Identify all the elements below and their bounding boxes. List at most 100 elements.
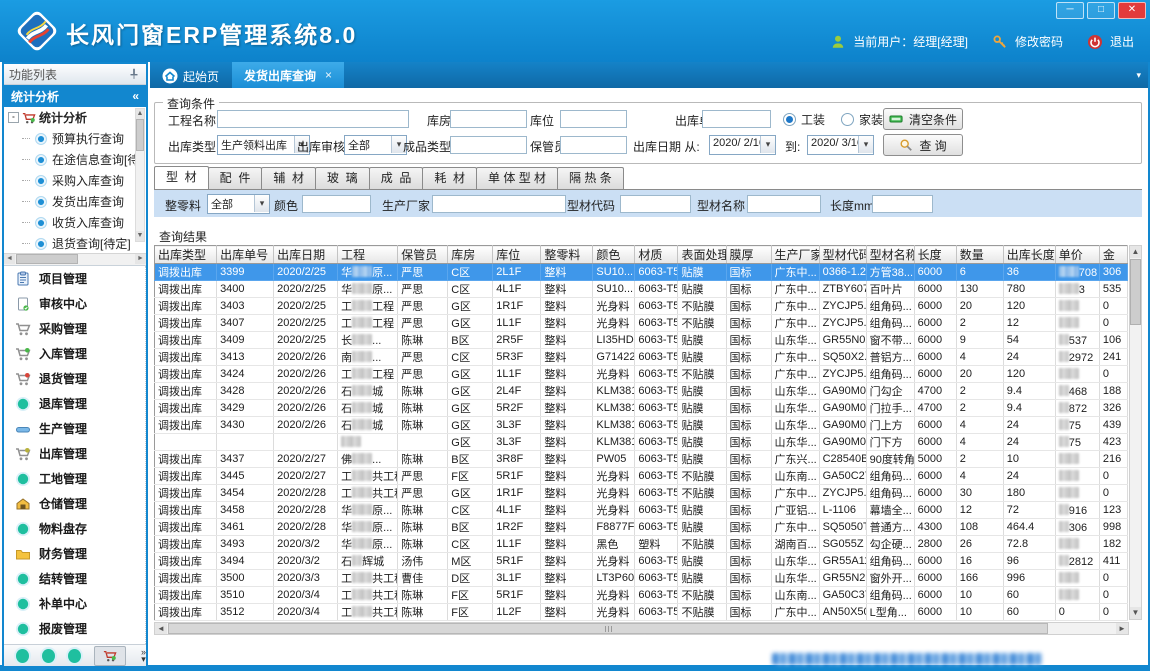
sidebar-item-入库管理[interactable]: 入库管理 xyxy=(4,341,145,366)
table-row[interactable]: 调拨出库34542020/2/28工共工程严思G区1R1F整料光身料6063-T… xyxy=(155,485,1128,502)
configure-buttons-menu[interactable]: » ▾ xyxy=(141,649,146,663)
table-row[interactable]: 调拨出库34942020/3/2石辉城汤伟M区5R1F整料光身料6063-T5贴… xyxy=(155,553,1128,570)
column-header-库房[interactable]: 库房 xyxy=(448,246,493,264)
table-row[interactable]: 调拨出库34612020/2/28华原...陈琳B区1R2F整料F8877FT6… xyxy=(155,519,1128,536)
sidebar-section-header[interactable]: 统计分析 « xyxy=(4,85,146,107)
maximize-button[interactable]: □ xyxy=(1087,2,1115,19)
tree-item[interactable]: 在途信息查询[待 xyxy=(4,149,146,170)
column-header-表面处理[interactable]: 表面处理 xyxy=(678,246,726,264)
column-header-数量[interactable]: 数量 xyxy=(956,246,1003,264)
whole-part-select[interactable]: 全部 xyxy=(207,194,270,214)
scroll-down-icon[interactable]: ▼ xyxy=(136,231,144,241)
order-no-input[interactable] xyxy=(702,110,771,128)
material-tab-4[interactable]: 玻 璃 xyxy=(315,167,370,189)
sidebar-item-生产管理[interactable]: 生产管理 xyxy=(4,416,145,441)
date-to-picker[interactable]: 2020/ 3/16 xyxy=(807,135,874,155)
column-header-金[interactable]: 金 xyxy=(1099,246,1127,264)
date-from-picker[interactable]: 2020/ 2/16 xyxy=(709,135,776,155)
material-tab-3[interactable]: 辅 材 xyxy=(261,167,316,189)
material-tab-7[interactable]: 单 体 型 材 xyxy=(476,167,558,189)
scroll-right-icon[interactable]: ► xyxy=(1116,623,1128,634)
home-decor-radio[interactable] xyxy=(841,113,854,126)
tree-horizontal-scrollbar[interactable]: ◄ ► xyxy=(4,253,146,266)
industrial-radio[interactable] xyxy=(783,113,796,126)
tab-close-icon[interactable]: × xyxy=(325,68,332,82)
sidebar-item-项目管理[interactable]: 项目管理 xyxy=(4,266,145,291)
table-row[interactable]: 调拨出库35122020/3/4工共工程陈琳F区1L2F整料光身料6063-T5… xyxy=(155,604,1128,621)
tree-vertical-scrollbar[interactable]: ▲ ▼ xyxy=(135,108,145,242)
sidebar-item-出库管理[interactable]: 出库管理 xyxy=(4,441,145,466)
length-input[interactable] xyxy=(872,195,933,213)
sidebar-item-退货管理[interactable]: 退货管理 xyxy=(4,366,145,391)
module-mini-icon[interactable] xyxy=(42,649,55,663)
scroll-thumb[interactable] xyxy=(1130,259,1141,325)
column-header-整零料[interactable]: 整零料 xyxy=(541,246,593,264)
scroll-up-icon[interactable]: ▲ xyxy=(136,109,144,119)
scroll-left-icon[interactable]: ◄ xyxy=(155,623,167,634)
sidebar-item-仓储管理[interactable]: 仓储管理 xyxy=(4,491,145,516)
clear-conditions-button[interactable]: 清空条件 xyxy=(883,108,963,130)
maker-input[interactable] xyxy=(432,195,566,213)
keeper-input[interactable] xyxy=(560,136,627,154)
close-button[interactable]: ✕ xyxy=(1118,2,1146,19)
table-row[interactable]: 调拨出库34282020/2/26石城陈琳G区2L4F整料KLM38176063… xyxy=(155,383,1128,400)
sidebar-item-采购管理[interactable]: 采购管理 xyxy=(4,316,145,341)
tree-item[interactable]: 预算执行查询 xyxy=(4,128,146,149)
tab-overflow-icon[interactable]: ▾ xyxy=(1136,70,1141,81)
table-row[interactable]: 调拨出库34032020/2/25工工程严思G区1R1F整料光身料6063-T5… xyxy=(155,298,1128,315)
change-password-link[interactable]: 修改密码 xyxy=(1015,33,1063,50)
material-tab-2[interactable]: 配 件 xyxy=(208,167,263,189)
scroll-left-icon[interactable]: ◄ xyxy=(4,254,15,264)
search-button[interactable]: 查 询 xyxy=(883,134,963,156)
column-header-单价[interactable]: 单价 xyxy=(1055,246,1099,264)
column-header-出库长度[interactable]: 出库长度 xyxy=(1003,246,1055,264)
tree-item[interactable]: 采购入库查询 xyxy=(4,170,146,191)
material-tab-8[interactable]: 隔 热 条 xyxy=(557,167,624,189)
scroll-thumb[interactable] xyxy=(136,119,144,151)
minimize-button[interactable]: ─ xyxy=(1056,2,1084,19)
column-header-保管员[interactable]: 保管员 xyxy=(398,246,448,264)
table-row[interactable]: 调拨出库34302020/2/26石城陈琳G区3L3F整料KLM38176063… xyxy=(155,417,1128,434)
table-row[interactable]: 调拨出库35102020/3/4工共工程陈琳F区5R1F整料光身料6063-T5… xyxy=(155,587,1128,604)
table-row[interactable]: 调拨出库34932020/3/2华原...陈琳C区1L1F整料黑色塑料不贴膜国标… xyxy=(155,536,1128,553)
column-header-出库日期[interactable]: 出库日期 xyxy=(274,246,338,264)
table-row[interactable]: 调拨出库33992020/2/25华原...严思C区2L1F整料SU10...6… xyxy=(155,264,1128,281)
sidebar-item-财务管理[interactable]: 财务管理 xyxy=(4,541,145,566)
table-row[interactable]: 调拨出库34372020/2/27佛...陈琳B区3R8F整料PW056063-… xyxy=(155,451,1128,468)
scroll-down-icon[interactable]: ▼ xyxy=(1130,607,1141,619)
tree-item[interactable]: 收货入库查询 xyxy=(4,212,146,233)
table-row[interactable]: 调拨出库34132020/2/26南...严思C区5R3F整料G71422606… xyxy=(155,349,1128,366)
location-input[interactable] xyxy=(560,110,627,128)
table-vertical-scrollbar[interactable]: ▲ ▼ xyxy=(1129,245,1142,620)
project-name-input[interactable] xyxy=(217,110,409,128)
material-tab-5[interactable]: 成 品 xyxy=(369,167,424,189)
column-header-膜厚[interactable]: 膜厚 xyxy=(726,246,771,264)
audit-select[interactable]: 全部 xyxy=(344,135,407,155)
table-row[interactable]: 调拨出库34072020/2/25工工程严思G区1L1F整料光身料6063-T5… xyxy=(155,315,1128,332)
scroll-thumb[interactable] xyxy=(168,623,1048,634)
profile-code-input[interactable] xyxy=(620,195,691,213)
column-header-颜色[interactable]: 颜色 xyxy=(593,246,635,264)
sidebar-item-结转管理[interactable]: 结转管理 xyxy=(4,566,145,591)
tree-item[interactable]: 退货查询[待定] xyxy=(4,233,146,253)
sidebar-item-审核中心[interactable]: 审核中心 xyxy=(4,291,145,316)
column-header-库位[interactable]: 库位 xyxy=(493,246,541,264)
column-header-型材名称[interactable]: 型材名称 xyxy=(866,246,914,264)
sidebar-item-补单中心[interactable]: 补单中心 xyxy=(4,591,145,616)
column-header-出库类型[interactable]: 出库类型 xyxy=(155,246,217,264)
pin-icon[interactable] xyxy=(127,67,141,81)
profile-name-input[interactable] xyxy=(747,195,821,213)
module-mini-icon[interactable] xyxy=(16,649,29,663)
scroll-right-icon[interactable]: ► xyxy=(135,254,146,264)
logout-link[interactable]: 退出 xyxy=(1110,33,1134,50)
table-row[interactable]: 调拨出库34452020/2/27工共工程严思F区5R1F整料光身料6063-T… xyxy=(155,468,1128,485)
tab-home[interactable]: 起始页 xyxy=(156,65,225,87)
module-mini-icon[interactable] xyxy=(68,649,81,663)
table-row[interactable]: 调拨出库34582020/2/28华原...陈琳C区4L1F整料光身料6063-… xyxy=(155,502,1128,519)
warehouse-input[interactable] xyxy=(450,110,527,128)
table-row[interactable]: 调拨出库34242020/2/26工工程严思G区1L1F整料光身料6063-T5… xyxy=(155,366,1128,383)
scroll-up-icon[interactable]: ▲ xyxy=(1130,246,1141,258)
material-tab-1[interactable]: 型 材 xyxy=(154,166,209,189)
sidebar-item-退库管理[interactable]: 退库管理 xyxy=(4,391,145,416)
sidebar-item-报废管理[interactable]: 报废管理 xyxy=(4,616,145,641)
